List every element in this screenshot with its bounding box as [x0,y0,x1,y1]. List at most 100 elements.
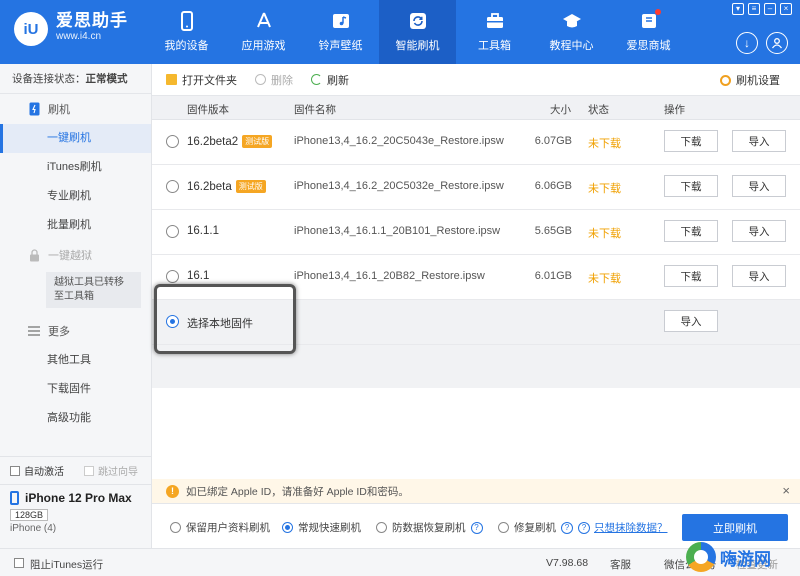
highlight-frame [154,284,296,354]
sidebar-item-itunes-flash[interactable]: iTunes刷机 [0,153,151,182]
firmware-name: iPhone13,4_16.1_20B82_Restore.ipsw [294,270,485,282]
mode-radio[interactable] [170,522,181,533]
col-status: 状态 [588,104,609,116]
import-button[interactable]: 导入 [732,265,786,287]
shop-icon [639,9,661,31]
open-folder-button[interactable]: 打开文件夹 [166,72,237,88]
mode-radio[interactable] [498,522,509,533]
block-itunes-checkbox[interactable] [14,558,24,568]
top-nav: 我的设备 应用游戏 铃声壁纸 智能刷机 工具箱 教程中心 爱思商城 [148,0,687,64]
nav-tutorials[interactable]: 教程中心 [533,0,610,64]
refresh-small-icon [311,74,322,85]
firmware-version: 16.1.1 [187,225,219,237]
refresh-button[interactable]: 刷新 [311,72,349,88]
download-button[interactable]: 下载 [664,220,718,242]
close-icon[interactable]: × [780,3,792,15]
logo-mark: iU [14,12,48,46]
sidebar: 设备连接状态：正常模式 刷机 一键刷机 iTunes刷机 专业刷机 批量刷机 一… [0,64,152,548]
skip-guide-label: 跳过向导 [98,467,138,478]
firmware-radio[interactable] [166,225,179,238]
sidebar-item-other-tools[interactable]: 其他工具 [0,346,151,375]
sidebar-item-one-click-flash[interactable]: 一键刷机 [0,124,151,153]
delete-icon [255,74,266,85]
table-row[interactable]: 16.2beta 测试版 iPhone13,4_16.2_20C5032e_Res… [152,165,800,210]
auto-activate-label: 自动激活 [24,467,64,478]
minimize-icon[interactable]: – [764,3,776,15]
device-info: iPhone 12 Pro Max 128GB iPhone (4) [0,484,151,548]
folder-icon [166,74,177,85]
logo-url: www.i4.cn [56,31,102,42]
firmware-radio[interactable] [166,270,179,283]
mode-keep-data[interactable]: 保留用户资料刷机 [170,520,270,535]
flash-phone-icon [28,102,40,116]
sidebar-item-download-firmware[interactable]: 下载固件 [0,375,151,404]
user-icon[interactable] [766,32,788,54]
nav-apps[interactable]: 应用游戏 [225,0,302,64]
download-button[interactable]: 下载 [664,175,718,197]
firmware-name: iPhone13,4_16.1.1_20B101_Restore.ipsw [294,225,501,237]
beta-tag: 测试版 [235,180,266,193]
watermark-logo-icon [686,542,716,572]
site-watermark: 嗨游网 [686,538,796,576]
firmware-table-header: 固件版本 固件名称 大小 状态 操作 [152,96,800,120]
device-model: iPhone (4) [10,523,57,534]
mode-quick[interactable]: 常规快速刷机 [282,520,361,535]
table-row[interactable]: 16.2beta2 测试版 iPhone13,4_16.2_20C5043e_Re… [152,120,800,165]
firmware-version: 16.1 [187,270,210,282]
mode-repair[interactable]: 修复刷机?? 只想抹除数据？ [498,520,668,535]
sidebar-item-batch-flash[interactable]: 批量刷机 [0,211,151,240]
app-store-icon [254,11,274,31]
menu-icon[interactable]: ≡ [748,3,760,15]
sidebar-item-advanced[interactable]: 高级功能 [0,404,151,433]
connection-status: 设备连接状态：正常模式 [0,64,151,94]
status-bar: 阻止iTunes运行 V7.98.68 客服 微信公众号 检查更新 [0,548,800,576]
flash-settings-button[interactable]: 刷机设置 [720,72,780,88]
firmware-radio[interactable] [166,135,179,148]
col-version: 固件版本 [187,104,229,116]
local-import-button[interactable]: 导入 [664,310,718,332]
firmware-version: 16.2beta2 [187,135,239,148]
graduation-cap-icon [562,11,582,31]
watermark-text: 嗨游网 [720,549,771,569]
nav-ringtones[interactable]: 铃声壁纸 [302,0,379,64]
auto-activate-checkbox[interactable] [10,465,20,476]
block-itunes-label: 阻止iTunes运行 [30,559,104,571]
import-button[interactable]: 导入 [732,220,786,242]
import-button[interactable]: 导入 [732,130,786,152]
notice-text: 如已绑定 Apple ID，请准备好 Apple ID和密码。 [186,485,409,498]
delete-button[interactable]: 删除 [255,72,293,88]
col-size: 大小 [550,104,571,116]
help-icon[interactable]: ? [578,521,590,534]
firmware-radio[interactable] [166,180,179,193]
mode-radio[interactable] [376,522,387,533]
help-icon[interactable]: ? [470,521,483,534]
firmware-toolbar: 打开文件夹 删除 刷新 刷机设置 [152,64,800,96]
logo-title: 爱思助手 [56,11,128,30]
download-icon[interactable]: ↓ [736,32,758,54]
erase-data-link[interactable]: 只想抹除数据？ [594,520,668,535]
flash-now-button[interactable]: 立即刷机 [682,514,788,541]
skin-icon[interactable]: ▾ [732,3,744,15]
nav-toolbox[interactable]: 工具箱 [456,0,533,64]
device-name: iPhone 12 Pro Max [25,491,132,505]
sidebar-item-pro-flash[interactable]: 专业刷机 [0,182,151,211]
mode-anti-recovery[interactable]: 防数据恢复刷机? [376,520,483,535]
col-action: 操作 [664,104,685,116]
table-row[interactable]: 16.1.1 iPhone13,4_16.1.1_20B101_Restore.… [152,210,800,255]
download-button[interactable]: 下载 [664,130,718,152]
nav-my-device[interactable]: 我的设备 [148,0,225,64]
nav-smart-flash[interactable]: 智能刷机 [379,0,456,64]
app-header: iU 爱思助手 www.i4.cn 我的设备 应用游戏 铃声壁纸 智能刷机 工具… [0,0,800,64]
firmware-size: 6.07GB [534,135,572,147]
customer-service-link[interactable]: 客服 [610,557,631,572]
download-button[interactable]: 下载 [664,265,718,287]
firmware-size: 6.06GB [534,180,572,192]
help-icon[interactable]: ? [561,521,573,534]
firmware-name: iPhone13,4_16.2_20C5032e_Restore.ipsw [294,180,504,192]
import-button[interactable]: 导入 [732,175,786,197]
nav-shop[interactable]: 爱思商城 [610,0,687,64]
notice-close-icon[interactable]: × [782,483,790,498]
jailbreak-note: 越狱工具已转移至工具箱 [46,272,141,308]
mode-radio[interactable] [282,522,293,533]
skip-guide-checkbox[interactable] [84,465,94,476]
